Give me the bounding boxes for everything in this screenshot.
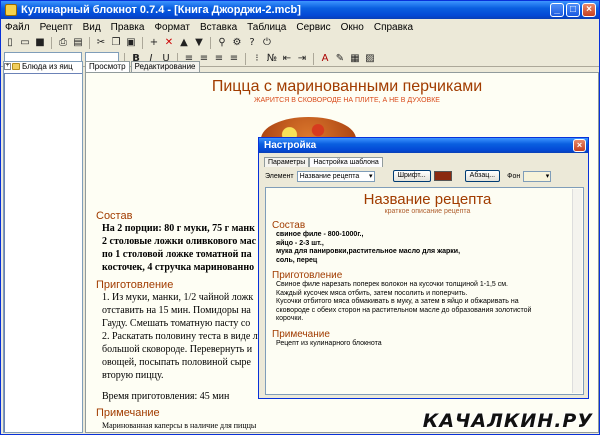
- delete-icon[interactable]: ✕: [163, 37, 175, 49]
- insert-icon[interactable]: +: [148, 37, 160, 49]
- dialog-tabs: Параметры Настройка шаблона: [264, 157, 588, 167]
- find-icon[interactable]: ⚲: [216, 37, 228, 49]
- menu-service[interactable]: Сервис: [296, 22, 330, 33]
- preview-scrollbar[interactable]: [572, 189, 582, 393]
- up-arrow-icon[interactable]: ▲: [178, 37, 190, 49]
- tree-category-item[interactable]: +Соусы, Марин: [4, 433, 82, 434]
- menu-window[interactable]: Окно: [341, 22, 364, 33]
- template-preview: Название рецепта краткое описание рецепт…: [265, 187, 584, 395]
- menu-recipe[interactable]: Рецепт: [40, 22, 73, 33]
- watermark-logo: КАЧАЛКИН.РУ: [422, 410, 593, 432]
- app-icon: [5, 4, 17, 16]
- view-tabs: Просмотр Редактирование: [85, 61, 599, 72]
- recipe-title: Пицца с маринованными перчиками: [211, 78, 483, 95]
- title-bar: Кулинарный блокнот 0.7.4 - [Книга Джордж…: [1, 1, 599, 19]
- dialog-close-button[interactable]: ×: [573, 139, 586, 152]
- tree-category-item[interactable]: + Блюда из яиц: [4, 62, 82, 72]
- recipe-icon: [4, 73, 82, 432]
- menu-insert[interactable]: Вставка: [200, 22, 237, 33]
- tree-item-label: Блюда из яиц: [22, 62, 73, 71]
- category-tree[interactable]: +Блюда из яиц+Блюда с сосисВсе о крупах+…: [3, 61, 83, 433]
- new-file-icon[interactable]: ▯: [4, 37, 16, 49]
- background-label: Фон: [507, 172, 521, 180]
- paste-icon[interactable]: ▣: [125, 37, 137, 49]
- app-window: Кулинарный блокнот 0.7.4 - [Книга Джордж…: [0, 0, 600, 435]
- recipe-subtitle: ЖАРИТСЯ В СКОВОРОДЕ НА ПЛИТЕ, А НЕ В ДУХ…: [254, 97, 440, 104]
- down-arrow-icon[interactable]: ▼: [193, 37, 205, 49]
- tab-template[interactable]: Настройка шаблона: [309, 157, 383, 167]
- menu-file[interactable]: Файл: [5, 22, 30, 33]
- preview-prep: Свиное филе нарезать поперек волокон на …: [276, 281, 532, 322]
- dialog-title: Настройка: [259, 138, 588, 153]
- element-select[interactable]: Название рецепта: [296, 170, 375, 182]
- close-button[interactable]: ×: [582, 3, 596, 17]
- tools-icon[interactable]: ⚙: [231, 37, 243, 49]
- menu-bar: Файл Рецепт Вид Правка Формат Вставка Та…: [1, 19, 599, 35]
- preview-subtitle: краткое описание рецепта: [384, 208, 471, 215]
- tree-recipe-item[interactable]: Пицца-пир: [4, 73, 82, 432]
- open-folder-icon[interactable]: ▭: [19, 37, 31, 49]
- preview-prep-heading: Приготовление: [272, 270, 343, 281]
- maximize-button[interactable]: □: [566, 3, 580, 17]
- preview-composition: свиное филе - 800-1000г., яйцо - 2-3 шт.…: [276, 231, 461, 264]
- exit-icon[interactable]: ⏻: [261, 37, 273, 49]
- copy-icon[interactable]: ❐: [110, 37, 122, 49]
- tab-view[interactable]: Просмотр: [85, 61, 130, 72]
- font-button[interactable]: Шрифт...: [392, 170, 431, 182]
- paragraph-button[interactable]: Абзац...: [464, 170, 501, 182]
- main-toolbar: ▯ ▭ ■ ⎙ ▤ ✂ ❐ ▣ + ✕ ▲ ▼ ⚲ ⚙ ? ⏻: [1, 35, 599, 51]
- preview-title: Название рецепта: [363, 191, 492, 208]
- preview-icon[interactable]: ▤: [72, 37, 84, 49]
- menu-format[interactable]: Формат: [154, 22, 190, 33]
- folder-icon: [12, 63, 20, 71]
- menu-view[interactable]: Вид: [83, 22, 101, 33]
- help-icon[interactable]: ?: [246, 37, 258, 49]
- tab-edit[interactable]: Редактирование: [130, 61, 200, 72]
- element-label: Элемент: [265, 172, 294, 180]
- print-icon[interactable]: ⎙: [57, 37, 69, 49]
- preview-note: Рецепт из кулинарного блокнота: [276, 339, 382, 347]
- element-row: Элемент Название рецепта Шрифт... Абзац.…: [265, 169, 588, 183]
- menu-edit[interactable]: Правка: [111, 22, 145, 33]
- expand-toggle-icon[interactable]: +: [4, 63, 11, 71]
- preview-note-heading: Примечание: [272, 328, 330, 340]
- settings-dialog: Настройка × Параметры Настройка шаблона …: [258, 137, 589, 399]
- menu-help[interactable]: Справка: [374, 22, 413, 33]
- tab-parameters[interactable]: Параметры: [264, 157, 310, 167]
- background-color-select[interactable]: [523, 170, 552, 182]
- tree-item-label: Соусы, Марин: [22, 433, 75, 434]
- preview-composition-heading: Состав: [272, 220, 306, 231]
- cut-icon[interactable]: ✂: [95, 37, 107, 49]
- text-color-swatch[interactable]: [433, 171, 452, 181]
- window-title: Кулинарный блокнот 0.7.4 - [Книга Джордж…: [21, 4, 301, 16]
- save-icon[interactable]: ■: [34, 37, 46, 49]
- menu-table[interactable]: Таблица: [247, 22, 286, 33]
- minimize-button[interactable]: _: [550, 3, 564, 17]
